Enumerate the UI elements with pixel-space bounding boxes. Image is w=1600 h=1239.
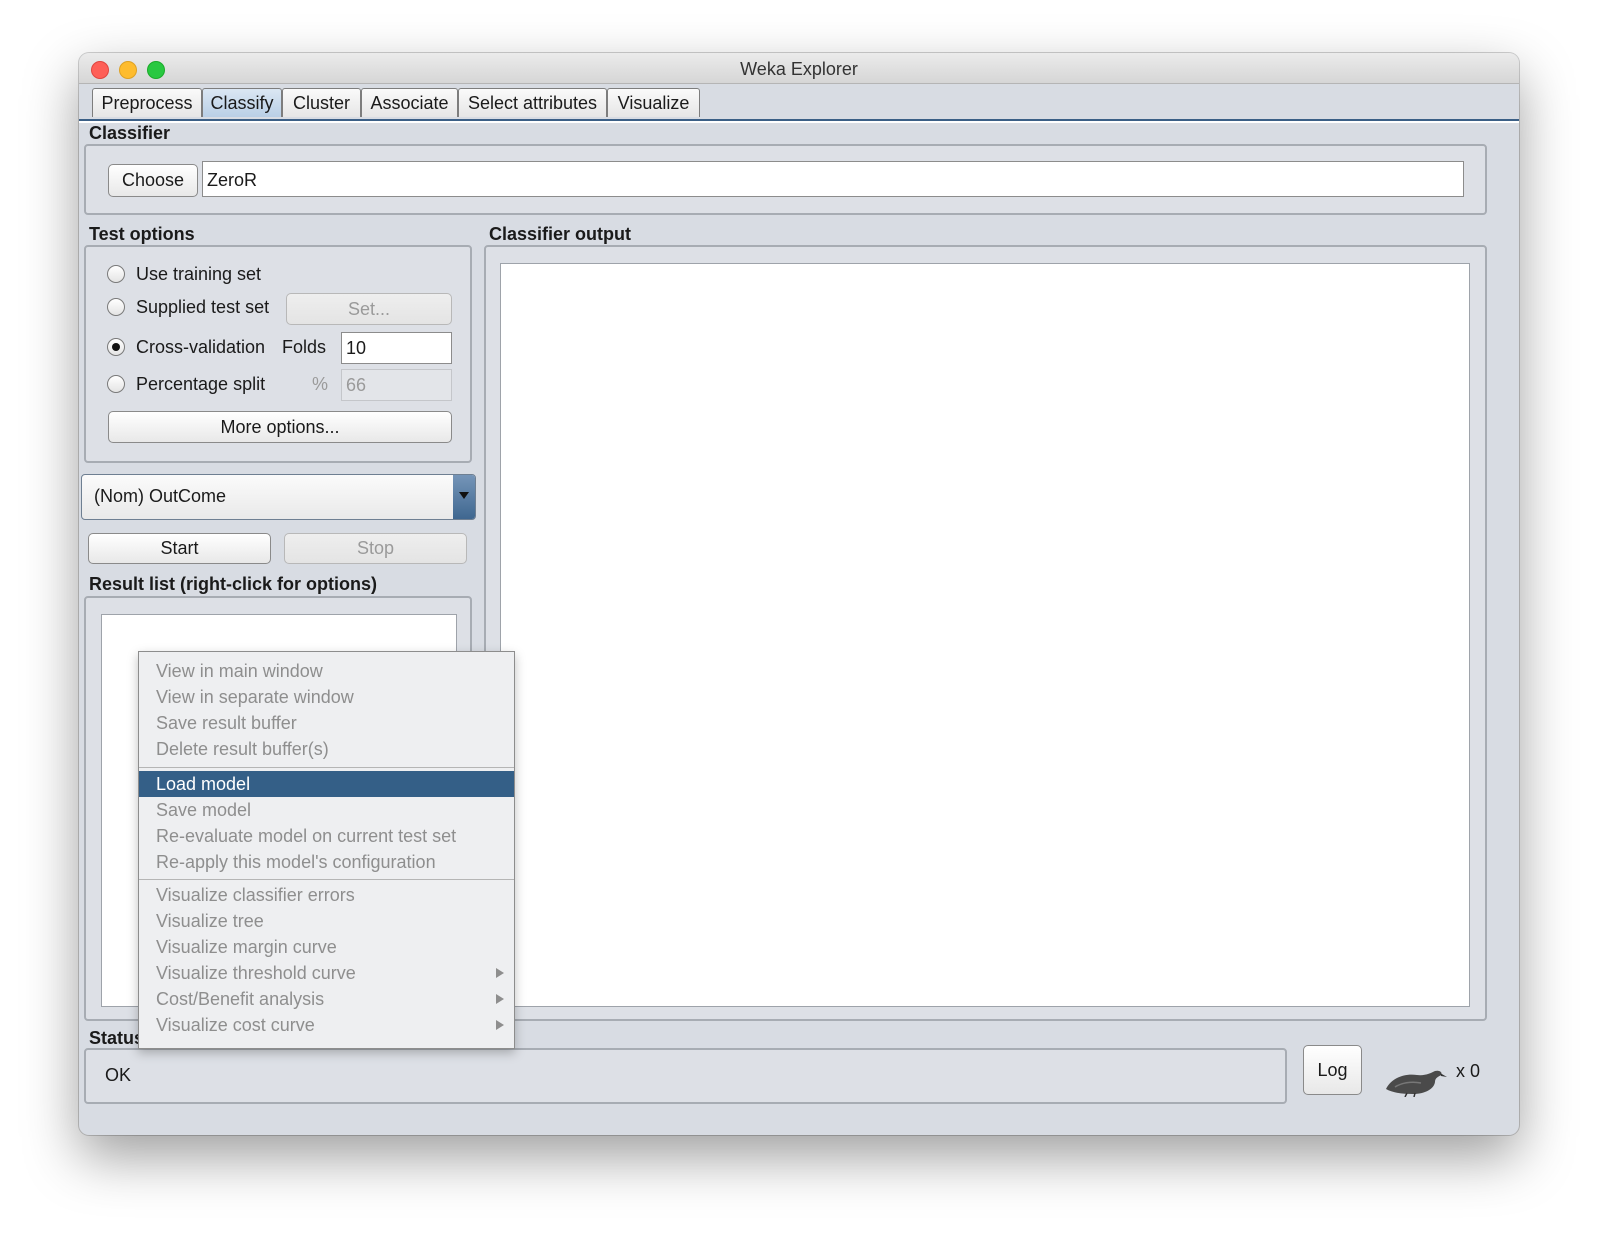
- menu-visualize-threshold-curve[interactable]: Visualize threshold curve: [139, 960, 514, 986]
- supplied-test-set-radio[interactable]: [107, 298, 125, 316]
- menu-save-result-buffer[interactable]: Save result buffer: [139, 710, 514, 736]
- use-training-set-label: Use training set: [136, 264, 262, 284]
- percentage-split-input[interactable]: 66: [341, 369, 452, 401]
- classifier-group: Choose ZeroR: [84, 144, 1487, 215]
- menu-visualize-cost-curve-label: Visualize cost curve: [156, 1015, 315, 1035]
- weka-explorer-window: Weka Explorer Preprocess Classify Cluste…: [79, 53, 1519, 1135]
- use-training-set-radio[interactable]: [107, 265, 125, 283]
- classifier-section-title: Classifier: [89, 123, 171, 143]
- set-test-set-button[interactable]: Set...: [286, 293, 452, 325]
- menu-view-separate-window[interactable]: View in separate window: [139, 684, 514, 710]
- choose-classifier-button[interactable]: Choose: [108, 164, 198, 197]
- cross-validation-label: Cross-validation: [136, 337, 266, 357]
- status-bar: OK: [84, 1048, 1287, 1104]
- menu-visualize-cost-curve[interactable]: Visualize cost curve: [139, 1012, 514, 1038]
- classifier-output-area[interactable]: [500, 263, 1470, 1007]
- tab-classify[interactable]: Classify: [202, 88, 282, 117]
- menu-visualize-classifier-errors[interactable]: Visualize classifier errors: [139, 882, 514, 908]
- title-bar: Weka Explorer: [79, 53, 1519, 84]
- tab-underline: [79, 119, 1519, 123]
- menu-cost-benefit-analysis[interactable]: Cost/Benefit analysis: [139, 986, 514, 1012]
- tab-preprocess[interactable]: Preprocess: [92, 88, 202, 117]
- weka-bird-icon: [1386, 1070, 1447, 1097]
- class-attribute-dropdown[interactable]: (Nom) OutCome: [81, 474, 476, 520]
- supplied-test-set-label: Supplied test set: [136, 297, 270, 317]
- submenu-arrow-icon: [496, 994, 504, 1004]
- status-text: OK: [105, 1065, 132, 1085]
- log-button[interactable]: Log: [1303, 1045, 1362, 1095]
- tab-visualize[interactable]: Visualize: [607, 88, 700, 117]
- test-options-group: Use training set Supplied test set Set..…: [84, 245, 472, 463]
- menu-save-model[interactable]: Save model: [139, 797, 514, 823]
- test-options-title: Test options: [89, 224, 195, 244]
- menu-visualize-margin-curve[interactable]: Visualize margin curve: [139, 934, 514, 960]
- folds-input[interactable]: 10: [341, 332, 452, 364]
- submenu-arrow-icon: [496, 968, 504, 978]
- stop-button[interactable]: Stop: [284, 533, 467, 564]
- menu-visualize-threshold-curve-label: Visualize threshold curve: [156, 963, 356, 983]
- classifier-output-group: [484, 245, 1487, 1021]
- start-button[interactable]: Start: [88, 533, 271, 564]
- more-options-button[interactable]: More options...: [108, 411, 452, 443]
- classifier-output-title: Classifier output: [489, 224, 632, 244]
- menu-visualize-tree[interactable]: Visualize tree: [139, 908, 514, 934]
- menu-cost-benefit-analysis-label: Cost/Benefit analysis: [156, 989, 325, 1009]
- menu-re-apply-configuration[interactable]: Re-apply this model's configuration: [139, 849, 514, 875]
- chevron-down-icon[interactable]: [453, 475, 475, 519]
- window-title: Weka Explorer: [740, 59, 858, 79]
- menu-separator: [139, 767, 514, 768]
- percentage-split-label: Percentage split: [136, 374, 266, 394]
- task-count: x 0: [1456, 1061, 1481, 1081]
- tab-associate[interactable]: Associate: [361, 88, 458, 117]
- status-title: Status: [89, 1028, 145, 1048]
- classifier-name-field[interactable]: ZeroR: [202, 161, 1464, 197]
- class-attribute-value: (Nom) OutCome: [94, 486, 227, 506]
- submenu-arrow-icon: [496, 1020, 504, 1030]
- cross-validation-radio[interactable]: [107, 338, 125, 356]
- result-list-title: Result list (right-click for options): [89, 574, 378, 594]
- tab-cluster[interactable]: Cluster: [282, 88, 361, 117]
- folds-label: Folds: [282, 337, 327, 357]
- menu-load-model[interactable]: Load model: [139, 771, 514, 797]
- menu-delete-result-buffer[interactable]: Delete result buffer(s): [139, 736, 514, 762]
- menu-view-main-window[interactable]: View in main window: [139, 658, 514, 684]
- tab-select-attributes[interactable]: Select attributes: [458, 88, 607, 117]
- percent-symbol: %: [312, 374, 329, 394]
- menu-re-evaluate-model[interactable]: Re-evaluate model on current test set: [139, 823, 514, 849]
- menu-separator: [139, 879, 514, 880]
- percentage-split-radio[interactable]: [107, 375, 125, 393]
- result-context-menu: View in main window View in separate win…: [138, 651, 515, 1049]
